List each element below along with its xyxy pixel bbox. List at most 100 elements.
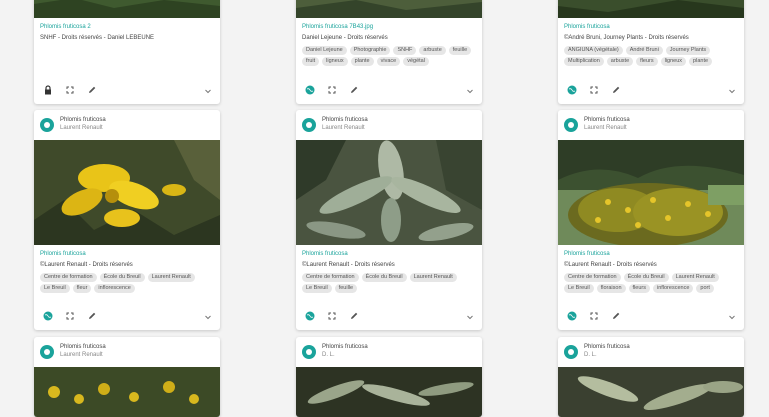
- globe-icon[interactable]: [304, 310, 316, 322]
- species-name[interactable]: Phlomis fruticosa: [584, 344, 630, 350]
- chevron-down-icon[interactable]: [464, 310, 476, 322]
- tag[interactable]: Journey Plants: [665, 46, 711, 55]
- photo[interactable]: [296, 367, 482, 417]
- tag[interactable]: fleurs: [628, 284, 650, 293]
- author-name[interactable]: Laurent Renault: [584, 125, 627, 131]
- chevron-down-icon[interactable]: [464, 84, 476, 96]
- globe-icon[interactable]: [566, 310, 578, 322]
- tag[interactable]: Centre de formation: [564, 273, 621, 282]
- tag[interactable]: Le Breuil: [564, 284, 594, 293]
- tag[interactable]: Laurent Renault: [147, 273, 195, 282]
- tag[interactable]: feuille: [448, 46, 472, 55]
- image-title[interactable]: Phlomis fruticosa: [302, 251, 348, 257]
- chevron-down-icon[interactable]: [726, 84, 738, 96]
- tag[interactable]: port: [696, 284, 714, 293]
- avatar[interactable]: [564, 118, 578, 132]
- image-card: Phlomis fruticosa ©André Bruni, Journey …: [558, 0, 744, 104]
- photo[interactable]: [558, 140, 744, 245]
- tag[interactable]: inflorescence: [652, 284, 694, 293]
- image-title[interactable]: Phlomis fruticosa 2: [40, 24, 91, 30]
- tag[interactable]: plante: [350, 57, 374, 66]
- fullscreen-icon[interactable]: [326, 310, 338, 322]
- fullscreen-icon[interactable]: [64, 310, 76, 322]
- species-name[interactable]: Phlomis fruticosa: [322, 344, 368, 350]
- photo[interactable]: [296, 140, 482, 245]
- image-title[interactable]: Phlomis fruticosa: [40, 251, 86, 257]
- tag[interactable]: Centre de formation: [302, 273, 359, 282]
- photo[interactable]: [558, 0, 744, 18]
- fullscreen-icon[interactable]: [326, 84, 338, 96]
- card-author: Phlomis fruticosa Laurent Renault: [34, 337, 220, 365]
- tag[interactable]: inflorescence: [94, 284, 135, 293]
- tag[interactable]: École du Breuil: [361, 273, 407, 282]
- tag[interactable]: Laurent Renault: [671, 273, 719, 282]
- species-name[interactable]: Phlomis fruticosa: [584, 117, 630, 123]
- image-card: Phlomis fruticosa D. L.: [558, 337, 744, 417]
- tag[interactable]: floraison: [596, 284, 626, 293]
- edit-icon[interactable]: [348, 84, 360, 96]
- tag[interactable]: Multiplication: [564, 57, 604, 66]
- photo[interactable]: [558, 367, 744, 417]
- image-title[interactable]: Phlomis fruticosa: [564, 24, 610, 30]
- tag[interactable]: André Bruni: [625, 46, 663, 55]
- globe-icon[interactable]: [304, 84, 316, 96]
- edit-icon[interactable]: [86, 310, 98, 322]
- species-name[interactable]: Phlomis fruticosa: [60, 344, 106, 350]
- lock-icon[interactable]: [42, 84, 54, 96]
- tag[interactable]: arbuste: [606, 57, 634, 66]
- tag[interactable]: feuille: [334, 284, 358, 293]
- edit-icon[interactable]: [610, 84, 622, 96]
- author-name[interactable]: Laurent Renault: [322, 125, 365, 131]
- fullscreen-icon[interactable]: [588, 84, 600, 96]
- edit-icon[interactable]: [348, 310, 360, 322]
- chevron-down-icon[interactable]: [726, 310, 738, 322]
- avatar[interactable]: [302, 118, 316, 132]
- author-name[interactable]: D. L.: [322, 352, 335, 358]
- tag[interactable]: ANGIUNA (végétale): [564, 46, 623, 55]
- tag[interactable]: École du Breuil: [623, 273, 669, 282]
- image-title[interactable]: Phlomis fruticosa: [564, 251, 610, 257]
- tag[interactable]: plante: [689, 57, 713, 66]
- tag-list: Daniel Lejeune Photographie SNHF arbuste…: [302, 46, 476, 66]
- tag[interactable]: ligneux: [660, 57, 687, 66]
- tag[interactable]: Photographie: [349, 46, 391, 55]
- edit-icon[interactable]: [86, 84, 98, 96]
- tag[interactable]: végétal: [403, 57, 429, 66]
- card-actions: [40, 310, 214, 324]
- chevron-down-icon[interactable]: [202, 310, 214, 322]
- tag[interactable]: SNHF: [393, 46, 417, 55]
- tag[interactable]: ligneux: [322, 57, 348, 66]
- fullscreen-icon[interactable]: [588, 310, 600, 322]
- species-name[interactable]: Phlomis fruticosa: [322, 117, 368, 123]
- chevron-down-icon[interactable]: [202, 84, 214, 96]
- avatar[interactable]: [40, 118, 54, 132]
- tag[interactable]: fruit: [302, 57, 320, 66]
- tag[interactable]: École du Breuil: [99, 273, 145, 282]
- avatar[interactable]: [564, 345, 578, 359]
- photo[interactable]: [34, 367, 220, 417]
- edit-icon[interactable]: [610, 310, 622, 322]
- tag[interactable]: Le Breuil: [302, 284, 332, 293]
- tag[interactable]: Centre de formation: [40, 273, 97, 282]
- image-title[interactable]: Phlomis fruticosa 7B43.jpg: [302, 24, 373, 30]
- tag[interactable]: Le Breuil: [40, 284, 70, 293]
- author-name[interactable]: Laurent Renault: [60, 352, 103, 358]
- globe-icon[interactable]: [42, 310, 54, 322]
- photo[interactable]: [34, 0, 220, 18]
- tag[interactable]: vivace: [376, 57, 401, 66]
- globe-icon[interactable]: [566, 84, 578, 96]
- fullscreen-icon[interactable]: [64, 84, 76, 96]
- tag[interactable]: Laurent Renault: [409, 273, 457, 282]
- image-credit: ©Laurent Renault - Droits réservés: [40, 262, 133, 268]
- tag[interactable]: fleurs: [636, 57, 658, 66]
- tag[interactable]: fleur: [72, 284, 92, 293]
- tag[interactable]: arbuste: [419, 46, 446, 55]
- avatar[interactable]: [40, 345, 54, 359]
- photo[interactable]: [34, 140, 220, 245]
- avatar[interactable]: [302, 345, 316, 359]
- tag[interactable]: Daniel Lejeune: [302, 46, 347, 55]
- author-name[interactable]: Laurent Renault: [60, 125, 103, 131]
- photo[interactable]: [296, 0, 482, 18]
- author-name[interactable]: D. L.: [584, 352, 597, 358]
- species-name[interactable]: Phlomis fruticosa: [60, 117, 106, 123]
